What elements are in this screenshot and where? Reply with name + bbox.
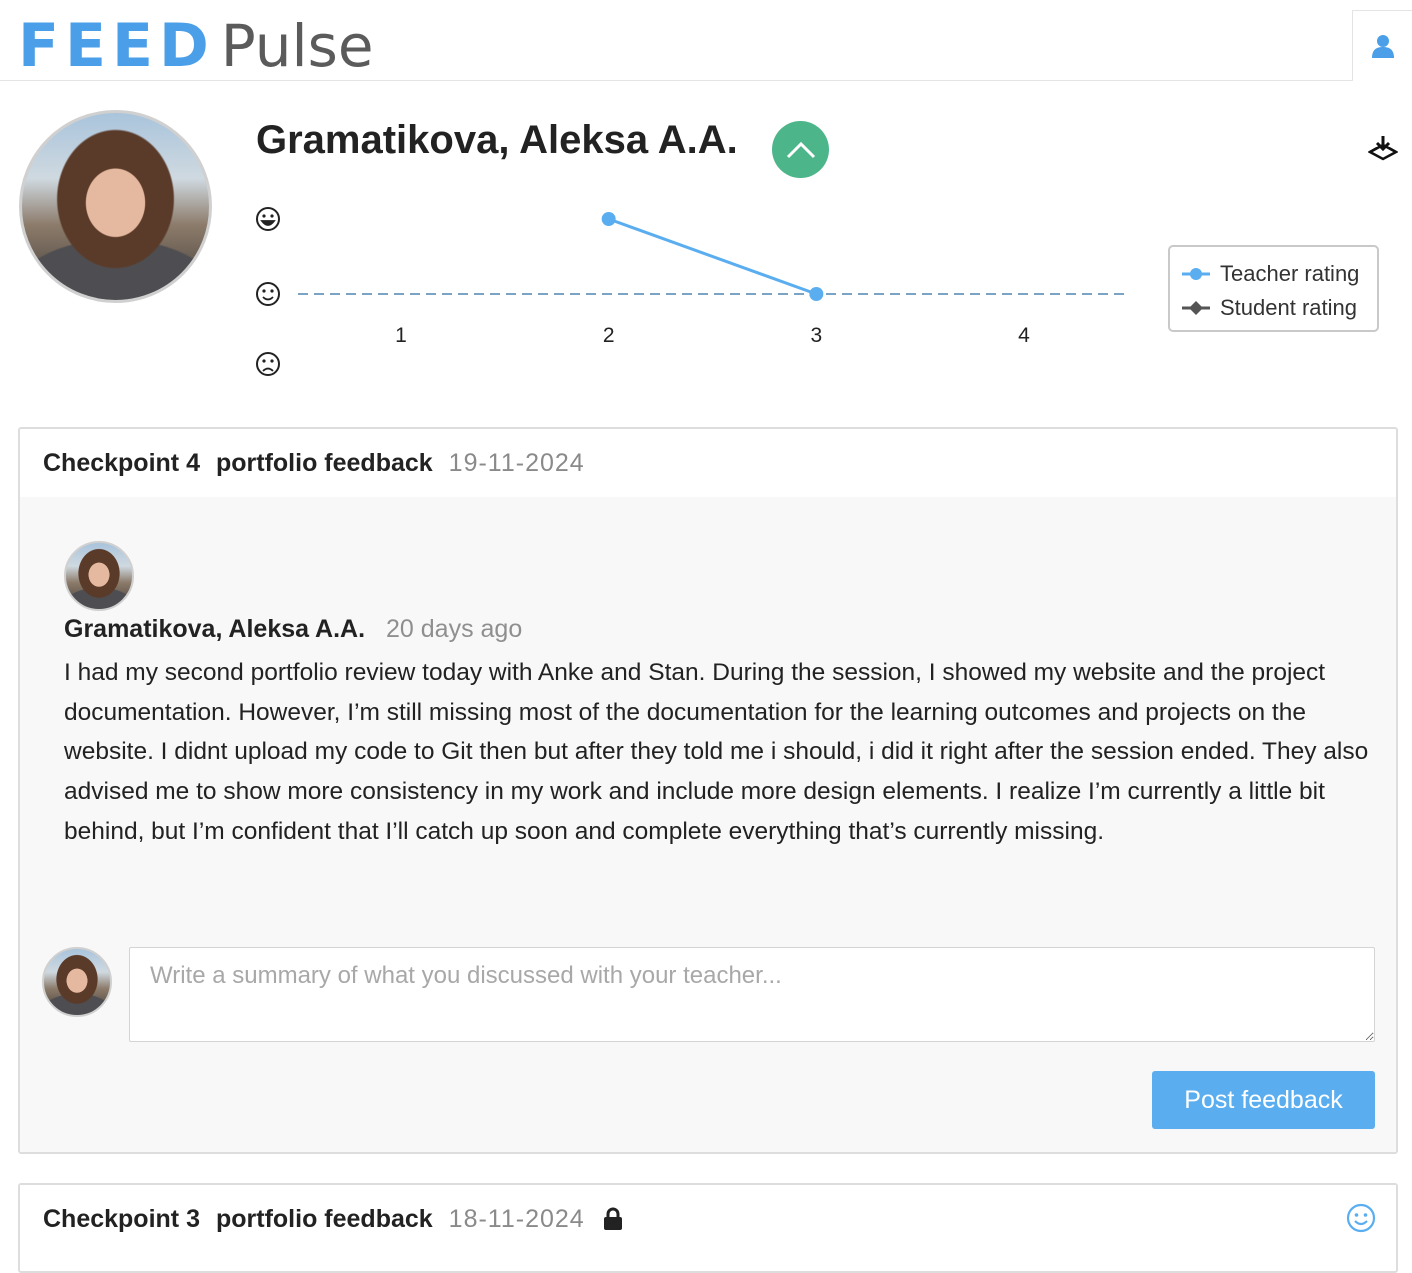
x-tick-label: 3	[810, 324, 822, 347]
checkpoint-title: Checkpoint 3	[43, 1204, 200, 1233]
user-icon	[1372, 35, 1394, 58]
legend-teacher-label: Teacher rating	[1220, 261, 1360, 286]
user-menu-button[interactable]	[1352, 10, 1412, 81]
checkpoint-date: 19-11-2024	[448, 448, 585, 477]
checkpoint-title: Checkpoint 4	[43, 448, 200, 477]
feedpulse-logo[interactable]: FEED Pulse	[18, 12, 374, 76]
download-button[interactable]	[1367, 134, 1402, 164]
feedback-text: I had my second portfolio review today w…	[64, 659, 1369, 845]
smile-icon	[256, 282, 280, 306]
summary-textarea[interactable]	[129, 947, 1375, 1042]
legend-teacher-marker	[1182, 268, 1210, 280]
grin-icon	[256, 207, 280, 231]
post-feedback-button[interactable]: Post feedback	[1152, 1071, 1375, 1129]
rating-chart: 1 2 3 4	[256, 207, 1125, 376]
logo-pulse-text: Pulse	[220, 12, 374, 80]
checkpoint-body: Gramatikova, Aleksa A.A. 20 days ago I h…	[20, 497, 1396, 1152]
chevron-up-icon	[786, 141, 815, 158]
collapse-button[interactable]	[772, 121, 829, 178]
smile-icon[interactable]	[1346, 1203, 1376, 1233]
data-point	[601, 212, 616, 226]
student-name: Gramatikova, Aleksa A.A.	[256, 118, 738, 162]
checkpoint-header[interactable]: Checkpoint 4 portfolio feedback 19-11-20…	[20, 429, 1396, 497]
legend-item-student[interactable]: Student rating	[1182, 291, 1365, 325]
legend-item-teacher[interactable]: Teacher rating	[1182, 257, 1365, 291]
legend-student-marker	[1182, 301, 1210, 315]
data-point	[809, 287, 824, 301]
x-tick-label: 1	[395, 324, 407, 347]
checkpoint-card: Checkpoint 4 portfolio feedback 19-11-20…	[18, 427, 1398, 1154]
feedback-author-name: Gramatikova, Aleksa A.A.	[64, 615, 366, 643]
frown-icon	[256, 352, 280, 376]
feedback-author-avatar	[64, 541, 134, 611]
series-line	[608, 217, 817, 296]
checkpoint-header[interactable]: Checkpoint 3 portfolio feedback 18-11-20…	[20, 1185, 1396, 1253]
checkpoint-card: Checkpoint 3 portfolio feedback 18-11-20…	[18, 1183, 1398, 1273]
top-bar: FEED Pulse	[0, 0, 1352, 81]
x-tick-label: 4	[1018, 324, 1030, 347]
x-tick-label: 2	[603, 324, 615, 347]
logo-feed-text: FEED	[18, 11, 215, 81]
chart-legend: Teacher rating Student rating	[1168, 245, 1379, 332]
download-icon	[1367, 136, 1399, 161]
student-avatar	[19, 110, 212, 303]
feedback-timestamp: 20 days ago	[386, 615, 523, 643]
current-user-avatar	[42, 947, 112, 1017]
legend-student-label: Student rating	[1220, 295, 1357, 320]
checkpoint-type: portfolio feedback	[215, 448, 433, 477]
feedback-header: Gramatikova, Aleksa A.A. 20 days ago	[64, 615, 522, 644]
checkpoint-date: 18-11-2024	[448, 1204, 585, 1233]
checkpoint-type: portfolio feedback	[215, 1204, 433, 1233]
lock-icon	[603, 1207, 622, 1230]
